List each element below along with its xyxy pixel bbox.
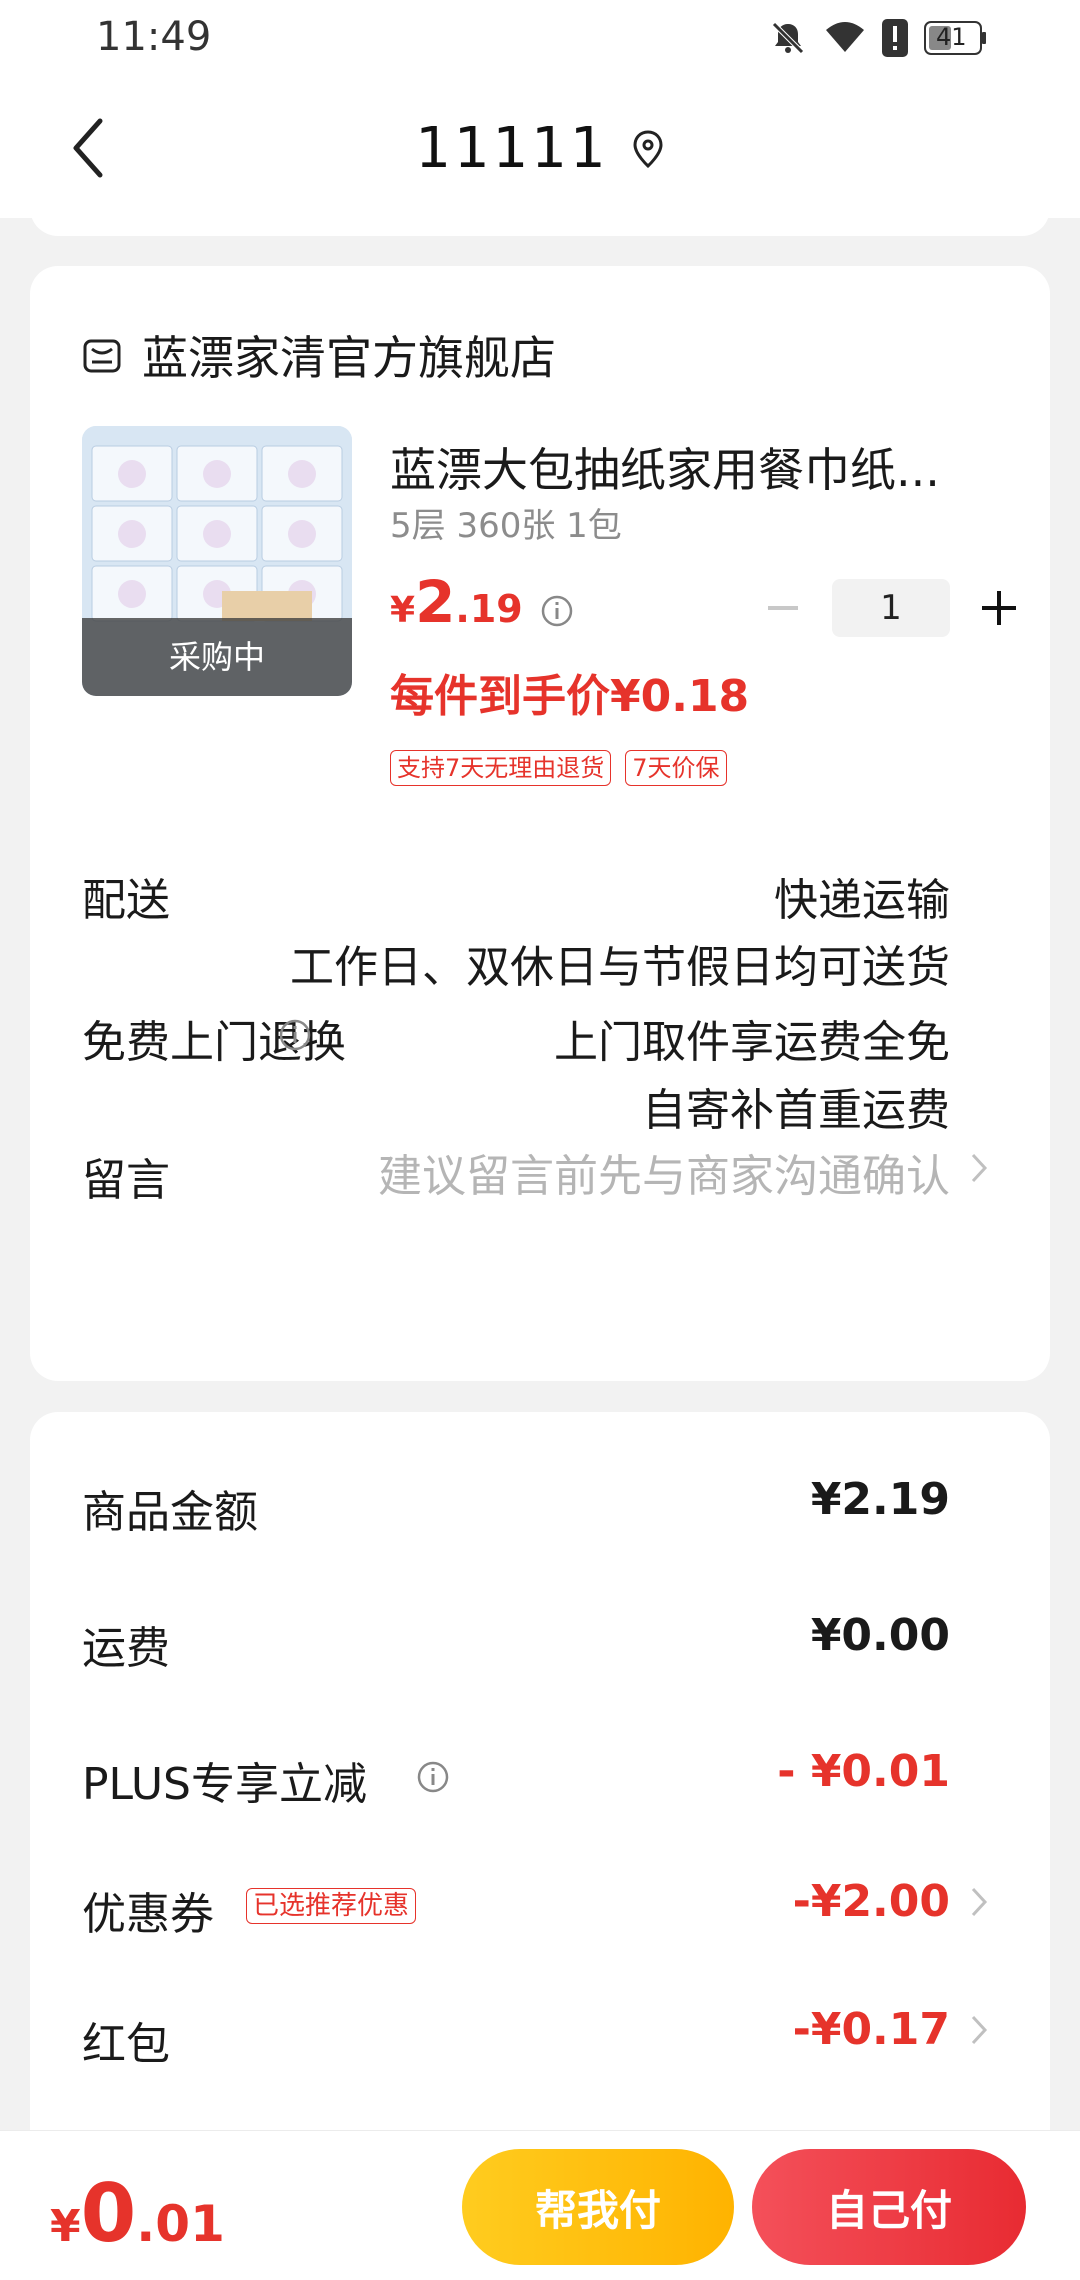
price-protect-tag: 7天价保: [625, 750, 727, 786]
plus-icon: [982, 591, 1016, 625]
help-me-pay-button[interactable]: 帮我付: [462, 2149, 734, 2265]
delivery-label: 配送: [82, 875, 170, 926]
total-price: ¥ 0 .01: [50, 2167, 225, 2260]
shipping-label: 运费: [82, 1623, 170, 1674]
unit-price: ¥ 2 .19: [390, 568, 523, 636]
coupon-label: 优惠券: [82, 1889, 214, 1940]
red-packet-value[interactable]: -¥0.17: [793, 2004, 950, 2055]
total-symbol: ¥: [50, 2201, 81, 2252]
mute-bell-icon: [768, 18, 808, 58]
price-decimal: .19: [455, 587, 523, 631]
nav-title-group[interactable]: 11111: [0, 116, 1080, 181]
purchasing-badge: 采购中: [82, 618, 352, 696]
quantity-value[interactable]: 1: [832, 579, 950, 637]
plus-discount-label: PLUS专享立减: [82, 1759, 367, 1810]
total-decimal: .01: [136, 2195, 225, 2253]
coupon-value[interactable]: -¥2.00: [793, 1876, 950, 1927]
checkout-bar: ¥ 0 .01 帮我付 自己付: [0, 2130, 1080, 2280]
coupon-recommended-tag: 已选推荐优惠: [246, 1888, 417, 1924]
message-chevron-icon: [971, 1153, 988, 1183]
status-bar: 11:49 41: [0, 0, 1080, 78]
message-label: 留言: [82, 1155, 170, 1206]
decrease-button[interactable]: [748, 578, 818, 638]
battery-level: 41: [936, 23, 967, 51]
red-packet-label: 红包: [82, 2019, 170, 2070]
total-integer: 0: [80, 2167, 137, 2260]
delivery-note: 工作日、双休日与节假日均可送货: [290, 942, 950, 993]
service-tags: 支持7天无理由退货 7天价保: [390, 750, 727, 786]
status-icons: 41: [768, 18, 988, 58]
battery-icon: 41: [924, 21, 988, 55]
return-policy-tag: 支持7天无理由退货: [390, 750, 612, 786]
order-confirm-page: 11:49 41 11111 蓝漂家清官方旗舰店 采购中 蓝漂大包抽纸家用餐巾纸…: [0, 0, 1080, 2280]
increase-button[interactable]: [964, 578, 1034, 638]
shipping-value: ¥0.00: [810, 1610, 950, 1661]
wifi-icon: [824, 20, 866, 56]
nav-bar: 11111: [0, 78, 1080, 218]
store-name: 蓝漂家清官方旗舰店: [142, 331, 556, 385]
minus-icon: [768, 606, 798, 610]
store-header[interactable]: 蓝漂家清官方旗舰店: [82, 322, 556, 388]
return-self-send-text: 自寄补首重运费: [642, 1085, 950, 1136]
price-summary-card: 商品金额 ¥2.19 运费 ¥0.00 PLUS专享立减 - ¥0.01 优惠券…: [30, 1412, 1050, 2172]
price-symbol: ¥: [390, 590, 416, 631]
plus-info-icon[interactable]: [416, 1760, 450, 1794]
pay-myself-button[interactable]: 自己付: [752, 2149, 1026, 2265]
product-spec[interactable]: 5层 360张 1包: [390, 498, 622, 547]
goods-amount-label: 商品金额: [82, 1487, 258, 1538]
product-image[interactable]: 采购中: [82, 426, 352, 696]
price-info-icon[interactable]: [540, 594, 574, 628]
nav-title: 11111: [415, 116, 609, 181]
product-title[interactable]: 蓝漂大包抽纸家用餐巾纸...: [390, 434, 990, 500]
status-time: 11:49: [96, 14, 212, 60]
return-info-icon[interactable]: [278, 1018, 312, 1052]
coupon-chevron-icon[interactable]: [970, 1886, 988, 1918]
goods-amount-value: ¥2.19: [810, 1474, 950, 1525]
quantity-stepper: 1: [748, 578, 1034, 638]
address-card-bottom: [30, 200, 1050, 236]
message-input[interactable]: 建议留言前先与商家沟通确认: [378, 1140, 950, 1204]
per-item-price: 每件到手价¥0.18: [390, 671, 750, 722]
return-pickup-text: 上门取件享运费全免: [554, 1017, 950, 1068]
red-packet-chevron-icon[interactable]: [970, 2014, 988, 2046]
store-card: 蓝漂家清官方旗舰店 采购中 蓝漂大包抽纸家用餐巾纸... 5层 360张 1包 …: [30, 266, 1050, 1381]
plus-discount-value: - ¥0.01: [777, 1746, 950, 1797]
delivery-method[interactable]: 快递运输: [774, 864, 950, 928]
alert-icon: [882, 19, 908, 57]
price-integer: 2: [415, 568, 456, 636]
location-pin-icon: [633, 129, 663, 168]
store-icon: [83, 339, 121, 373]
